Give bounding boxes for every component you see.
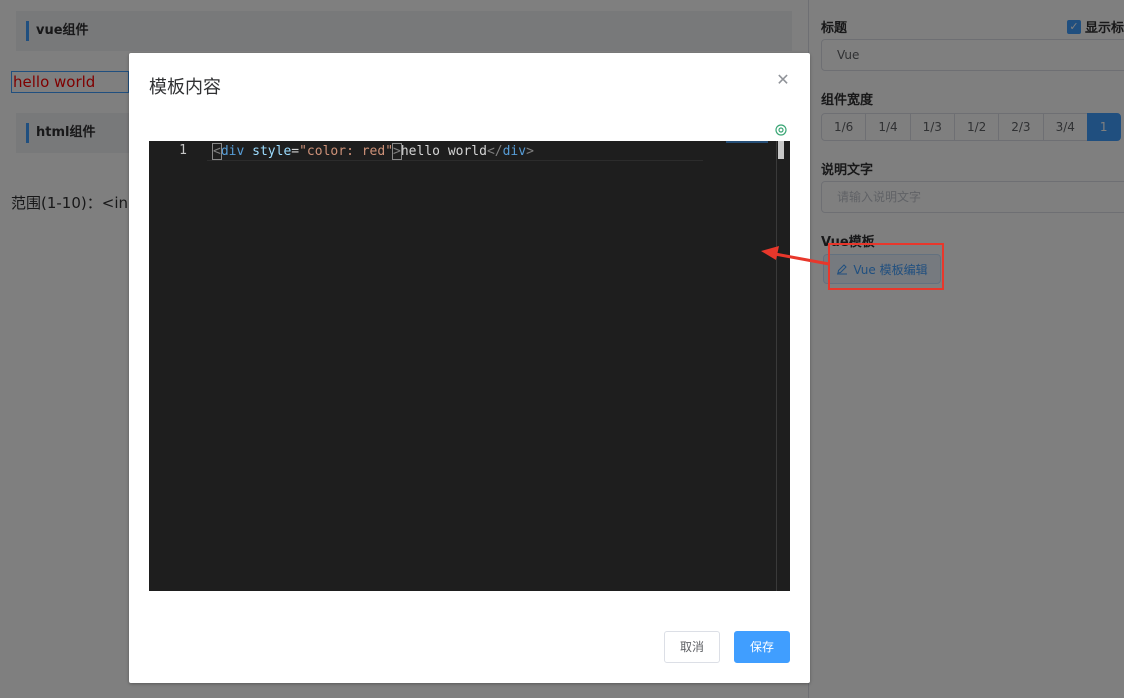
- token-end-open: </: [486, 144, 503, 159]
- line-gutter: 1: [149, 141, 207, 591]
- token-eq: =: [291, 144, 300, 159]
- code-editor[interactable]: 1 <div style="color: red">hello world</d…: [149, 141, 790, 591]
- scroll-thumb[interactable]: [778, 141, 784, 159]
- close-icon[interactable]: ✕: [776, 72, 790, 88]
- token-end-close: >: [526, 144, 534, 159]
- token-text: hello world: [400, 144, 487, 159]
- save-button[interactable]: 保存: [733, 631, 790, 663]
- token-value: "color: red": [299, 144, 394, 159]
- code-line[interactable]: <div style="color: red">hello world</div…: [212, 143, 534, 161]
- dialog-title: 模板内容: [149, 77, 221, 98]
- dialog-footer: 取消 保存: [663, 631, 790, 663]
- token-close-bracket: >: [392, 143, 402, 160]
- token-attr: style: [252, 144, 292, 159]
- token-tag: div: [220, 144, 245, 159]
- ai-assistant-icon[interactable]: [774, 123, 788, 137]
- annotation-arrow-icon: [761, 246, 830, 266]
- cancel-button[interactable]: 取消: [663, 631, 720, 663]
- minimap-marker: [726, 141, 768, 143]
- template-dialog: 模板内容 ✕ 1 <div style="color: red">hello w…: [129, 53, 810, 683]
- annotation-highlight-box: [828, 243, 944, 290]
- line-number: 1: [179, 143, 187, 158]
- token-open-bracket: <: [212, 143, 222, 160]
- editor-scrollbar[interactable]: [776, 141, 790, 591]
- token-end-tag: div: [502, 144, 527, 159]
